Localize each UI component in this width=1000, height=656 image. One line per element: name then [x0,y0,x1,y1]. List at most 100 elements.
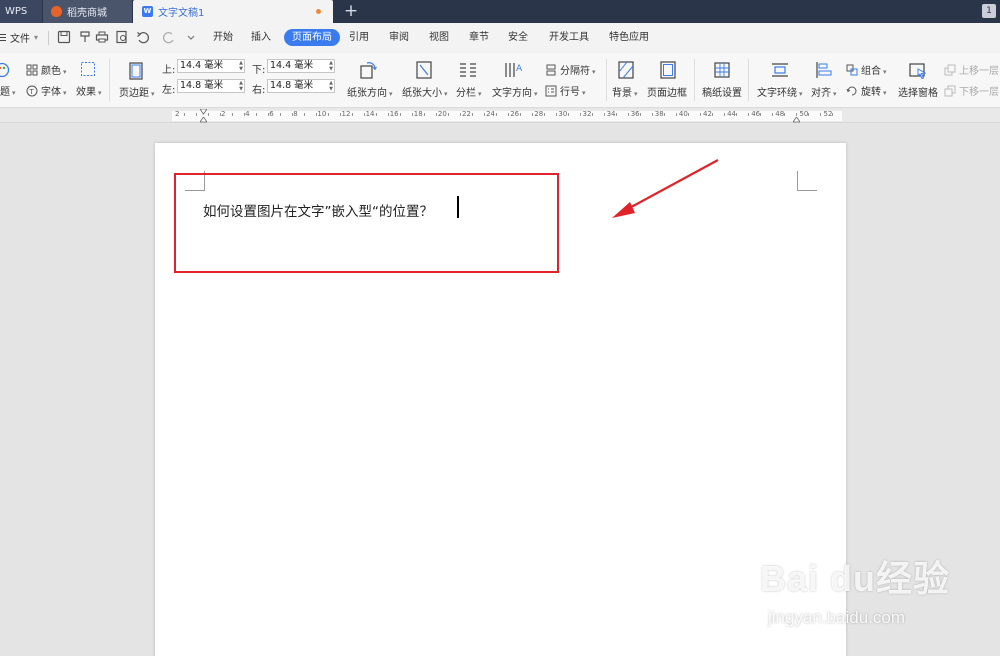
hanging-indent-marker[interactable] [200,117,207,123]
page-layout-ribbon: 题 ▾ 颜色 ▾ T 字体 ▾ 效果 ▾ 页边距 ▾ 上: 14.4 毫米 ▲ ▼ 下: 14.… [0,53,1000,108]
save-icon[interactable] [57,30,71,44]
manuscript-paper-icon[interactable] [712,60,732,80]
spinner-icon[interactable]: ▲ ▼ [239,80,243,92]
horizontal-ruler[interactable]: 2 2 4 6 8 10 12 14 16 18 20 22 24 26 28 30 32 34 36 38 40 42 4… [0,109,1000,123]
text-cursor [457,196,459,218]
left-margin-input[interactable]: 14.8 毫米 ▲ ▼ [177,79,245,93]
title-tab-bar: WPS 稻壳商城 W 文字文稿1 + 1 [0,0,1000,23]
ruler-number: 32 [582,110,592,118]
orientation-button[interactable]: 纸张方向 ▾ [347,84,393,99]
breaks-button[interactable]: 分隔符 ▾ [545,62,596,77]
right-margin-input[interactable]: 14.8 毫米 ▲ ▼ [267,79,335,93]
ruler-tick [364,113,365,116]
ruler-tick [340,113,341,116]
undo-icon[interactable] [136,30,150,44]
right-margin-value: 14.8 毫米 [270,80,314,91]
ruler-number: 8 [293,110,298,118]
print-preview-icon[interactable] [115,30,129,44]
rotate-button[interactable]: 旋转 ▾ [846,83,887,98]
bring-forward-button[interactable]: 上移一层 [944,62,999,77]
document-page[interactable]: 如何设置图片在文字”嵌入型“的位置？ [155,143,846,656]
line-numbers-icon [545,85,557,97]
print-icon[interactable] [95,30,109,44]
ruler-tick [400,113,401,116]
margin-corner-top-right [797,171,817,191]
indent-marker[interactable] [200,109,207,115]
columns-button[interactable]: 分栏 ▾ [456,84,482,99]
theme-button[interactable]: 题 ▾ [0,83,16,98]
background-icon[interactable] [616,60,636,80]
tab-wps-label: WPS [5,6,28,17]
divider [109,59,110,101]
text-direction-button[interactable]: 文字方向 ▾ [492,84,538,99]
effects-button[interactable]: 效果 ▾ [76,83,102,98]
annotation-highlight-box [174,173,559,273]
align-button[interactable]: 对齐 ▾ [811,84,837,99]
tab-document[interactable]: W 文字文稿1 [133,0,333,23]
tab-review[interactable]: 审阅 [386,29,412,46]
divider [606,59,607,101]
ruler-number: 42 [703,110,712,118]
ruler-tick [184,113,185,116]
wrap-text-button[interactable]: 文字环绕 ▾ [757,84,803,99]
redo-icon[interactable] [162,30,176,44]
tab-wps[interactable]: WPS [0,0,42,23]
orientation-icon[interactable] [358,60,378,80]
tab-view[interactable]: 视图 [426,29,452,46]
spinner-icon[interactable]: ▲ ▼ [329,80,333,92]
bottom-margin-input[interactable]: 14.4 毫米 ▲ ▼ [267,59,335,73]
tab-special-features[interactable]: 特色应用 [604,29,654,46]
tab-home[interactable]: 开始 [210,29,236,46]
text-direction-icon[interactable]: A [503,60,523,80]
orientation-label: 纸张方向 [347,88,387,99]
file-menu[interactable]: 文件 ▾ [0,30,38,45]
chevron-down-icon: ▾ [833,90,837,98]
document-paragraph[interactable]: 如何设置图片在文字”嵌入型“的位置？ [203,200,433,220]
right-indent-marker[interactable] [793,117,800,123]
tab-page-layout[interactable]: 页面布局 [284,29,340,46]
tab-security[interactable]: 安全 [505,29,531,46]
page-border-button[interactable]: 页面边框 [647,84,687,99]
font-theme-button[interactable]: T 字体 ▾ [26,83,67,98]
tab-chapter[interactable]: 章节 [466,29,492,46]
selection-pane-button[interactable]: 选择窗格 [898,84,938,99]
wrap-text-icon[interactable] [770,60,790,80]
chevron-down-icon: ▾ [12,89,16,97]
color-button[interactable]: 颜色 ▾ [26,62,67,77]
tab-docer-store[interactable]: 稻壳商城 [43,0,132,23]
format-painter-icon[interactable] [78,30,92,44]
manuscript-paper-button[interactable]: 稿纸设置 [702,84,742,99]
ruler-tick [292,113,293,116]
send-backward-button[interactable]: 下移一层 [944,83,999,98]
new-tab-button[interactable]: + [342,1,360,21]
top-margin-label: 上: [162,65,176,76]
customize-toolbar-icon[interactable] [184,30,198,44]
tab-references[interactable]: 引用 [346,29,372,46]
selection-pane-icon[interactable] [908,61,928,81]
text-direction-label: 文字方向 [492,88,532,99]
margins-button[interactable]: 页边距 ▾ [119,84,155,99]
tab-insert[interactable]: 插入 [248,29,274,46]
effects-icon[interactable] [80,61,96,77]
background-button[interactable]: 背景 ▾ [612,84,638,99]
columns-label: 分栏 [456,88,476,99]
columns-icon[interactable] [458,60,478,80]
paper-size-button[interactable]: 纸张大小 ▾ [402,84,448,99]
top-margin-input[interactable]: 14.4 毫米 ▲ ▼ [177,59,245,73]
theme-palette-icon[interactable] [0,62,10,78]
group-button[interactable]: 组合 ▾ [846,62,887,77]
tab-developer-tools[interactable]: 开发工具 [544,29,594,46]
ruler-tick [604,113,605,116]
margins-icon[interactable] [126,61,146,81]
ruler-tick [568,113,569,116]
spinner-icon[interactable]: ▲ ▼ [329,60,333,72]
ruler-tick [388,113,389,116]
page-border-icon[interactable] [658,60,678,80]
ruler-tick [556,113,557,116]
ruler-tick [280,113,281,116]
align-icon[interactable] [814,60,834,80]
window-count-badge[interactable]: 1 [982,4,996,18]
line-numbers-button[interactable]: 行号 ▾ [545,83,586,98]
paper-size-icon[interactable] [414,60,434,80]
spinner-icon[interactable]: ▲ ▼ [239,60,243,72]
